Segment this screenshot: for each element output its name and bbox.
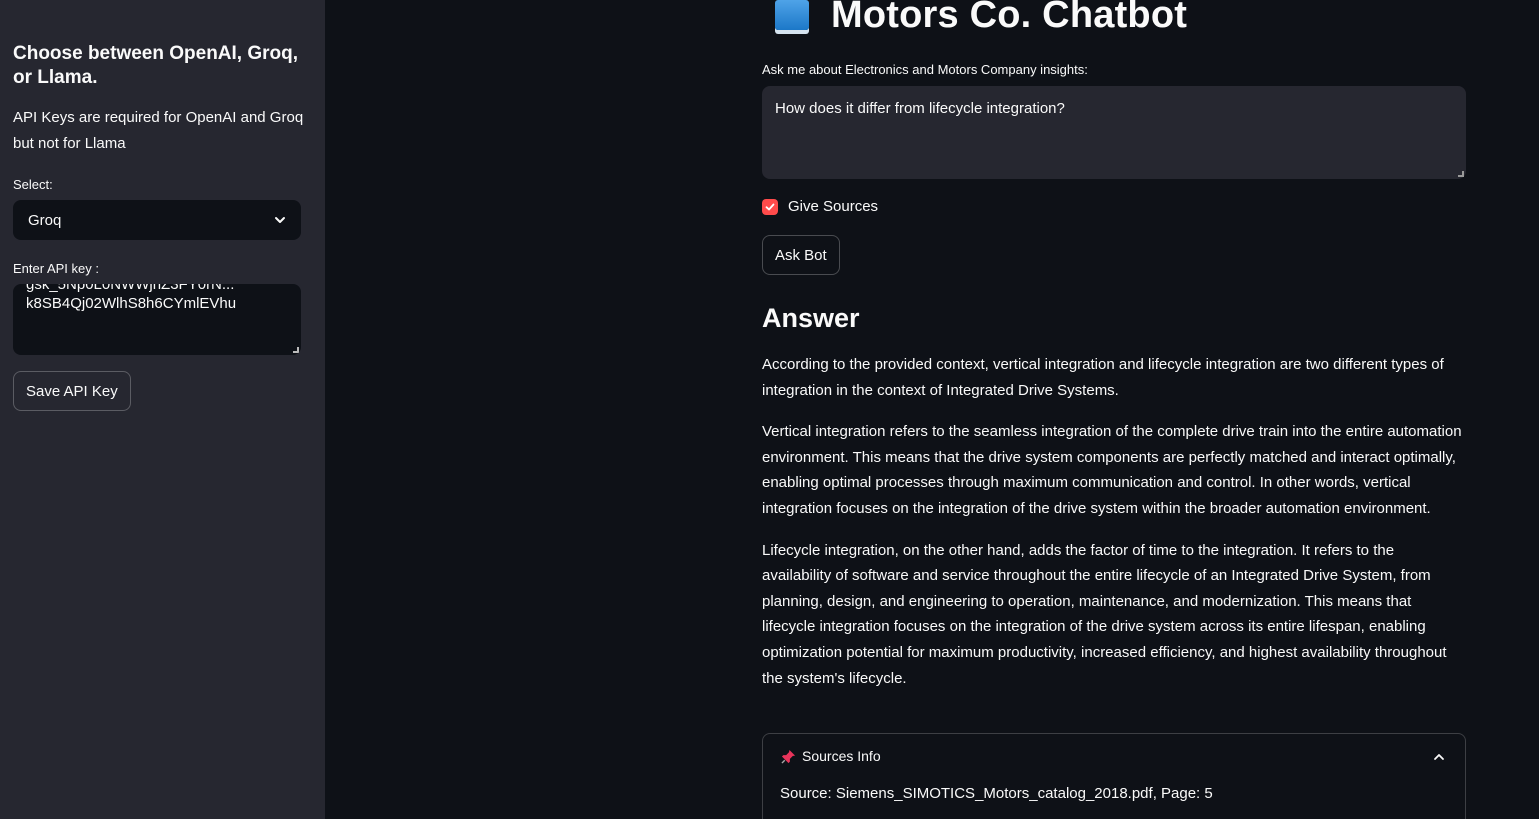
chevron-down-icon <box>275 217 285 223</box>
pushpin-icon <box>781 749 796 764</box>
sidebar-title: Choose between OpenAI, Groq, or Llama. <box>13 43 299 88</box>
sources-header-label: Sources Info <box>802 748 881 764</box>
page-title: Motors Co. Chatbot <box>775 0 1187 38</box>
give-sources-label: Give Sources <box>788 198 879 215</box>
api-key-line-2: k8SB4Qj02WlhS8h6CYmlEVhu <box>26 295 237 312</box>
sources-expander: Sources Info Source: Siemens_SIMOTICS_Mo… <box>762 733 1466 819</box>
chevron-up-icon[interactable] <box>1433 751 1445 763</box>
checkbox-checked-icon <box>762 198 778 215</box>
question-input-value: How does it differ from lifecycle integr… <box>775 100 1065 117</box>
sources-expander-header[interactable]: Sources Info <box>781 748 881 764</box>
answer-body: According to the provided context, verti… <box>762 352 1466 707</box>
sidebar-note: API Keys are required for OpenAI and Gro… <box>13 109 304 152</box>
ask-bot-button[interactable]: Ask Bot <box>762 235 840 275</box>
select-label: Select: <box>13 177 53 192</box>
resize-handle-icon[interactable] <box>1458 171 1464 177</box>
provider-select-value: Groq <box>28 211 62 229</box>
question-input[interactable]: How does it differ from lifecycle integr… <box>762 86 1466 179</box>
provider-select[interactable]: Groq <box>13 200 301 240</box>
book-icon <box>775 0 809 30</box>
answer-paragraph: According to the provided context, verti… <box>762 356 1444 399</box>
answer-heading: Answer <box>762 303 860 333</box>
resize-handle-icon[interactable] <box>293 347 299 353</box>
save-api-key-button[interactable]: Save API Key <box>13 371 131 411</box>
page-title-text: Motors Co. Chatbot <box>831 0 1188 36</box>
give-sources-checkbox[interactable]: Give Sources <box>762 198 878 215</box>
api-key-input[interactable]: gsk_5Np0L0NWWjhZ3FY0rN... k8SB4Qj02WlhS8… <box>13 284 301 355</box>
question-label: Ask me about Electronics and Motors Comp… <box>762 62 1088 77</box>
answer-paragraph: Lifecycle integration, on the other hand… <box>762 541 1447 687</box>
sidebar: Choose between OpenAI, Groq, or Llama. A… <box>0 0 325 819</box>
api-key-label: Enter API key : <box>13 261 99 276</box>
answer-paragraph: Vertical integration refers to the seaml… <box>762 423 1462 517</box>
app-root: Choose between OpenAI, Groq, or Llama. A… <box>0 0 1539 819</box>
source-text: Source: Siemens_SIMOTICS_Motors_catalog_… <box>780 785 1213 802</box>
